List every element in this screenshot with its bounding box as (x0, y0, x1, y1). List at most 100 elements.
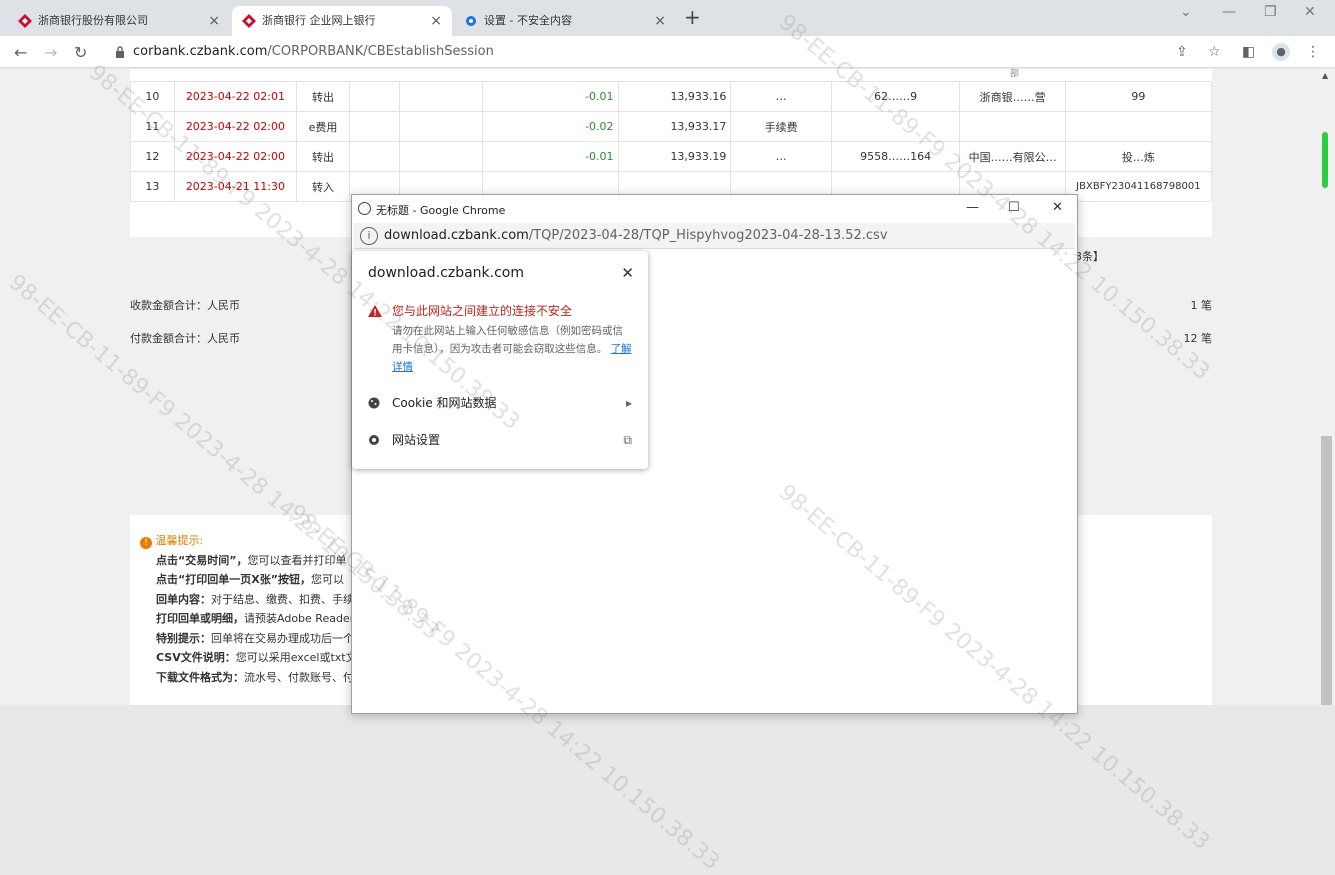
cell-memo: 手续费 (730, 111, 832, 142)
table-row: 12 2023-04-22 02:00 转出 -0.01 13,933.19 …… (130, 141, 1213, 172)
cell-type: e费用 (295, 111, 350, 142)
popup-title: 无标题 - Google Chrome (376, 204, 506, 217)
popup-address-bar[interactable]: i download.czbank.com/TQP/2023-04-28/TQP… (354, 223, 1075, 249)
gear-icon (466, 16, 476, 26)
popup-titlebar: 无标题 - Google Chrome — ☐ ✕ (352, 195, 1077, 223)
cell-balance: 13,933.19 (617, 141, 732, 172)
url-host: corbank.czbank.com (133, 44, 268, 59)
transaction-table: 10 2023-04-22 02:01 转出 -0.01 13,933.16 …… (130, 81, 1213, 202)
cell-account: 62……9 (830, 81, 961, 112)
site-info-close-icon[interactable]: ✕ (621, 264, 634, 282)
tab-label: 浙商银行 企业网上银行 (262, 14, 376, 27)
url-path: /CORPORBANK/CBEstablishSession (267, 44, 494, 59)
cell-blank (348, 111, 401, 142)
cell-bank: 中国……有限公… (959, 141, 1066, 172)
cell-bank: 浙商银……营 (959, 81, 1066, 112)
close-window-icon[interactable]: ✕ (1304, 4, 1316, 20)
table-top-fragment: 部 (1010, 69, 1020, 79)
popup-minimize-icon[interactable]: — (966, 200, 979, 215)
back-arrow-icon[interactable]: ← (14, 43, 27, 62)
cell-memo: … (730, 141, 832, 172)
cell-type: 转出 (295, 141, 350, 172)
cell-memo: … (730, 81, 832, 112)
total-count: 3条】 (1075, 250, 1104, 263)
tab-close-icon[interactable]: × (430, 6, 442, 36)
tab-close-icon[interactable]: × (208, 6, 220, 36)
payments-label: 付款金额合计：人民币 (130, 332, 240, 345)
receipts-label: 收款金额合计：人民币 (130, 299, 240, 312)
tab-label: 浙商银行股份有限公司 (38, 14, 148, 27)
transaction-time-link[interactable]: 2023-04-22 02:00 (173, 111, 297, 142)
cell-amount: -0.01 (481, 141, 619, 172)
menu-kebab-icon[interactable]: ⋮ (1306, 44, 1320, 60)
cell-blank (348, 141, 401, 172)
cell-bank (959, 111, 1066, 142)
table-row: 11 2023-04-22 02:00 e费用 -0.02 13,933.17 … (130, 111, 1213, 142)
cell-balance: 13,933.16 (617, 81, 732, 112)
insecure-warning-body: 请勿在此网站上输入任何敏感信息（例如密码或信用卡信息），因为攻击者可能会窃取这些… (392, 325, 632, 373)
receipts-count: 1 笔 (1190, 299, 1213, 312)
cell-no: 12 (130, 141, 175, 172)
forward-arrow-icon[interactable]: → (44, 43, 57, 62)
transaction-time-link[interactable]: 2023-04-21 11:30 (173, 171, 297, 202)
browser-tab-bar: 浙商银行股份有限公司 × 浙商银行 企业网上银行 × 设置 - 不安全内容 × … (0, 0, 1335, 36)
czbank-logo-icon (18, 14, 32, 28)
profile-avatar-icon[interactable]: ● (1272, 43, 1290, 61)
cell-no: 10 (130, 81, 175, 112)
czbank-logo-icon (242, 14, 256, 28)
site-info-host: download.czbank.com (368, 265, 524, 281)
cell-balance: 13,933.17 (617, 111, 732, 142)
new-tab-plus-icon[interactable]: + (684, 5, 701, 29)
warning-triangle-icon (368, 305, 382, 317)
site-info-icon[interactable]: i (360, 227, 378, 245)
open-external-icon: ⧉ (623, 433, 632, 447)
cookie-site-data-item[interactable]: Cookie 和网站数据 ▸ (368, 392, 632, 414)
bookmark-star-icon[interactable]: ☆ (1208, 44, 1221, 60)
cell-ref (1064, 111, 1213, 142)
cell-blank (399, 141, 483, 172)
popup-close-icon[interactable]: ✕ (1052, 200, 1063, 215)
cell-ref: JBXBFY23041168798001 (1064, 171, 1213, 202)
minimize-icon[interactable]: — (1222, 4, 1236, 20)
transaction-time-link[interactable]: 2023-04-22 02:00 (173, 141, 297, 172)
side-panel-icon[interactable]: ◧ (1242, 44, 1255, 60)
cell-no: 13 (130, 171, 175, 202)
popup-maximize-icon[interactable]: ☐ (1008, 200, 1020, 215)
scrollbar-thumb[interactable] (1321, 436, 1332, 705)
tab-czbank-corporate[interactable]: 浙商银行 企业网上银行 × (232, 6, 452, 36)
table-row: 10 2023-04-22 02:01 转出 -0.01 13,933.16 …… (130, 81, 1213, 112)
payments-count: 12 笔 (1183, 332, 1213, 345)
cell-type: 转入 (295, 171, 350, 202)
insecure-warning-title: 您与此网站之间建立的连接不安全 (392, 304, 573, 318)
restore-icon[interactable]: ❐ (1264, 4, 1277, 20)
reload-icon[interactable]: ↻ (74, 43, 87, 62)
cell-ref: 99 (1064, 81, 1213, 112)
cell-blank (399, 111, 483, 142)
cell-amount: -0.02 (481, 111, 619, 142)
site-info-popover: download.czbank.com ✕ 您与此网站之间建立的连接不安全 请勿… (352, 251, 648, 469)
cell-no: 11 (130, 111, 175, 142)
address-url: corbank.czbank.com/CORPORBANK/CBEstablis… (133, 40, 494, 64)
tab-settings-insecure[interactable]: 设置 - 不安全内容 × (454, 6, 676, 36)
cell-amount: -0.01 (481, 81, 619, 112)
chrome-icon (358, 202, 371, 215)
cell-ref: 投…炼 (1064, 141, 1213, 172)
gear-icon (369, 435, 379, 445)
tab-close-icon[interactable]: × (654, 6, 666, 36)
share-icon[interactable]: ⇪ (1176, 44, 1188, 60)
cookie-icon (368, 397, 380, 409)
site-settings-item[interactable]: 网站设置 ⧉ (368, 429, 632, 451)
browser-toolbar: ← → ↻ corbank.czbank.com/CORPORBANK/CBEs… (0, 36, 1335, 68)
cell-account (830, 111, 961, 142)
lock-icon (116, 46, 124, 58)
tab-czbank-home[interactable]: 浙商银行股份有限公司 × (8, 6, 230, 36)
transaction-time-link[interactable]: 2023-04-22 02:01 (173, 81, 297, 112)
tab-search-chevron-icon[interactable]: ⌄ (1180, 4, 1192, 20)
chevron-right-icon: ▸ (625, 396, 632, 410)
cell-type: 转出 (295, 81, 350, 112)
cell-blank (399, 81, 483, 112)
address-bar[interactable]: corbank.czbank.com/CORPORBANK/CBEstablis… (105, 40, 1165, 64)
warning-circle-icon: ! (140, 537, 152, 549)
cell-account: 9558……164 (830, 141, 961, 172)
scroll-up-arrow-icon[interactable]: ▲ (1322, 71, 1328, 80)
